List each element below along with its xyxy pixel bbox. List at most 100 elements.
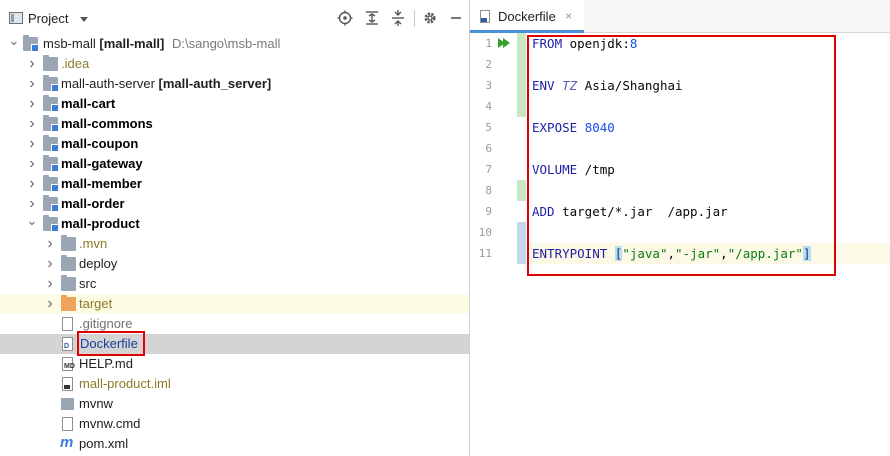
chevron-down-icon[interactable] <box>26 214 38 234</box>
tree-item-label: .idea <box>61 56 90 71</box>
line-number: 5 <box>485 121 492 134</box>
project-panel-header: Project <box>0 0 469 36</box>
module-folder-icon <box>23 35 39 52</box>
root-path: D:\sango\msb-mall <box>172 36 281 51</box>
folder-icon <box>61 235 76 251</box>
chevron-right-icon[interactable] <box>26 74 38 94</box>
number-literal: 8040 <box>584 120 615 135</box>
tree-item-mvnw[interactable]: mvnw <box>0 394 469 414</box>
code-line-11: ENTRYPOINT ["java","-jar","/app.jar"] <box>528 243 890 264</box>
string-literal: "/app.jar" <box>727 246 803 261</box>
tree-item-mall-coupon[interactable]: mall-coupon <box>0 134 469 154</box>
tree-item-label: .gitignore <box>79 316 133 331</box>
tree-item-mvn[interactable]: .mvn <box>0 234 469 254</box>
hide-icon[interactable] <box>448 10 464 26</box>
line-number: 10 <box>478 226 492 239</box>
vcs-added-marker[interactable] <box>517 180 526 201</box>
tree-item-mvnw-cmd[interactable]: mvnw.cmd <box>0 414 469 434</box>
tree-item-label: mall-coupon <box>61 136 139 151</box>
chevron-down-icon[interactable] <box>8 34 20 54</box>
tree-item-label: .mvn <box>79 236 108 251</box>
keyword: FROM <box>532 36 563 51</box>
chevron-right-icon[interactable] <box>44 234 56 254</box>
tree-item-deploy[interactable]: deploy <box>0 254 469 274</box>
vcs-added-marker[interactable] <box>517 33 526 117</box>
module-folder-icon <box>43 175 59 192</box>
editor: Dockerfile × 1 2 3 4 5 6 7 8 9 10 11 FRO… <box>470 0 890 456</box>
tab-dockerfile[interactable]: Dockerfile × <box>470 0 584 33</box>
vcs-modified-marker[interactable] <box>517 222 526 264</box>
chevron-right-icon[interactable] <box>44 274 56 294</box>
tree-item-label: mall-auth-server <box>61 76 155 91</box>
line-number: 1 <box>485 37 492 50</box>
chevron-right-icon[interactable] <box>44 294 56 314</box>
comma: , <box>720 246 728 261</box>
module-folder-icon <box>43 195 59 212</box>
tree-item-label: HELP.md <box>79 356 133 371</box>
bracket-close: ] <box>802 246 811 261</box>
chevron-right-icon[interactable] <box>26 174 38 194</box>
tree-item-pom-xml[interactable]: m pom.xml <box>0 434 469 454</box>
module-folder-icon <box>43 215 59 232</box>
tree-item-mall-product-iml[interactable]: mall-product.iml <box>0 374 469 394</box>
code-area[interactable]: FROM openjdk:8 ENV TZ Asia/Shanghai EXPO… <box>528 33 890 456</box>
tab-label: Dockerfile <box>498 9 556 24</box>
keyword: ENTRYPOINT <box>532 246 608 261</box>
module-folder-icon <box>43 155 59 172</box>
line-number: 6 <box>485 142 492 155</box>
tree-item-mall-cart[interactable]: mall-cart <box>0 94 469 114</box>
code-text: openjdk: <box>562 36 630 51</box>
docker-file-icon <box>480 10 490 23</box>
comma: , <box>667 246 676 261</box>
project-title[interactable]: Project <box>28 11 68 26</box>
chevron-right-icon[interactable] <box>26 94 38 114</box>
keyword: EXPOSE <box>532 120 578 135</box>
tree-item-mall-product[interactable]: mall-product <box>0 214 469 234</box>
tree-item-label: mall-commons <box>61 116 153 131</box>
tree-item-src[interactable]: src <box>0 274 469 294</box>
locate-icon[interactable] <box>337 10 353 26</box>
tree-item-target[interactable]: target <box>0 294 469 314</box>
editor-tab-bar: Dockerfile × <box>470 0 890 33</box>
tree-item-mall-member[interactable]: mall-member <box>0 174 469 194</box>
settings-icon[interactable] <box>422 10 438 26</box>
number-literal: 8 <box>629 36 638 51</box>
chevron-right-icon[interactable] <box>26 54 38 74</box>
tree-item-label: mall-member <box>61 176 142 191</box>
tree-item-idea[interactable]: .idea <box>0 54 469 74</box>
chevron-right-icon[interactable] <box>44 254 56 274</box>
tree-item-root[interactable]: msb-mall [mall-mall] D:\sango\msb-mall <box>0 34 469 54</box>
tree-item-label: mall-product.iml <box>79 376 171 391</box>
string-literal: "java" <box>622 246 668 261</box>
module-folder-icon <box>43 115 59 132</box>
line-number: 4 <box>485 100 492 113</box>
tree-item-mall-order[interactable]: mall-order <box>0 194 469 214</box>
iml-file-icon <box>62 377 73 391</box>
tree-item-label: mall-cart <box>61 96 116 111</box>
close-icon[interactable]: × <box>565 9 572 23</box>
folder-icon <box>43 55 58 71</box>
collapse-all-icon[interactable] <box>390 10 406 26</box>
tree-item-gitignore[interactable]: .gitignore <box>0 314 469 334</box>
chevron-right-icon[interactable] <box>26 114 38 134</box>
project-panel: Project msb-mall [mall-mall] D:\sango\ms… <box>0 0 469 456</box>
markdown-file-icon: MD <box>62 357 75 371</box>
env-variable: TZ <box>562 78 578 93</box>
tree-item-dockerfile[interactable]: D Dockerfile <box>0 334 469 354</box>
chevron-down-icon[interactable] <box>80 17 88 22</box>
run-icon[interactable] <box>503 38 510 48</box>
gitignore-file-icon <box>62 317 73 331</box>
code-text: /tmp <box>577 162 615 177</box>
docker-file-icon: D <box>62 337 73 351</box>
chevron-right-icon[interactable] <box>26 154 38 174</box>
tree-item-mall-commons[interactable]: mall-commons <box>0 114 469 134</box>
tree-item-help-md[interactable]: MD HELP.md <box>0 354 469 374</box>
chevron-right-icon[interactable] <box>26 194 38 214</box>
editor-gutter: 1 2 3 4 5 6 7 8 9 10 11 <box>470 33 528 456</box>
keyword: ENV <box>532 78 555 93</box>
tree-item-mall-auth-server[interactable]: mall-auth-server [mall-auth_server] <box>0 74 469 94</box>
tree-item-mall-gateway[interactable]: mall-gateway <box>0 154 469 174</box>
expand-all-icon[interactable] <box>364 10 380 26</box>
tree-item-label: mvnw.cmd <box>79 416 141 431</box>
chevron-right-icon[interactable] <box>26 134 38 154</box>
